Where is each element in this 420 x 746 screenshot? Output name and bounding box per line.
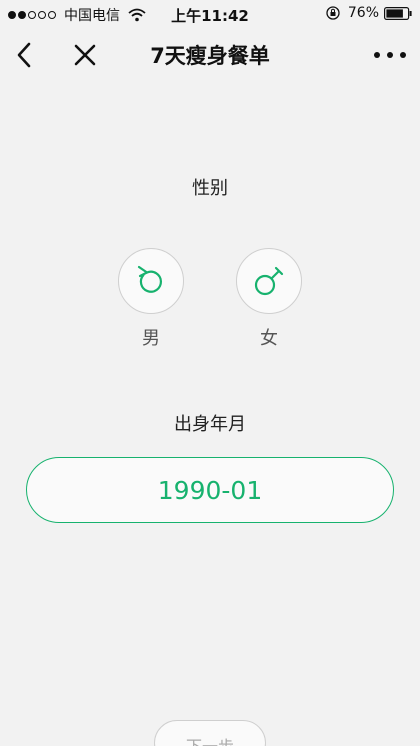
next-button[interactable]: 下一步: [154, 720, 266, 746]
male-symbol-icon: [137, 265, 163, 293]
signal-dot: [48, 11, 56, 19]
more-button[interactable]: [374, 42, 406, 68]
birth-date-picker[interactable]: 1990-01: [26, 457, 394, 523]
signal-dot: [28, 11, 36, 19]
battery-icon: [384, 6, 412, 20]
female-label: 女: [260, 328, 278, 349]
birth-title: 出身年月: [174, 414, 246, 435]
signal-dot: [38, 11, 46, 19]
status-right: 76%: [326, 5, 412, 21]
more-dot-icon: [387, 52, 393, 58]
signal-dot: [8, 11, 16, 19]
page-title: 7天瘦身餐单: [150, 44, 270, 68]
rotation-lock-icon: [326, 6, 340, 20]
gender-option-male[interactable]: 男: [116, 248, 186, 350]
gender-option-female[interactable]: 女: [234, 248, 304, 350]
carrier-name: 中国电信: [64, 8, 120, 24]
nav-bar: 7天瘦身餐单: [0, 28, 420, 82]
battery-percent: 76%: [347, 5, 379, 21]
signal-strength-icon: [8, 11, 58, 19]
more-dot-icon: [400, 52, 406, 58]
more-dot-icon: [374, 52, 380, 58]
signal-dot: [18, 11, 26, 19]
female-symbol-icon: [254, 266, 284, 296]
male-circle[interactable]: [118, 248, 184, 314]
male-label: 男: [142, 328, 160, 349]
status-bar: 中国电信 上午11:42 76%: [0, 0, 420, 28]
gender-title: 性别: [192, 178, 228, 199]
wifi-icon: [128, 8, 146, 22]
female-circle[interactable]: [236, 248, 302, 314]
status-left: 中国电信: [8, 5, 146, 25]
